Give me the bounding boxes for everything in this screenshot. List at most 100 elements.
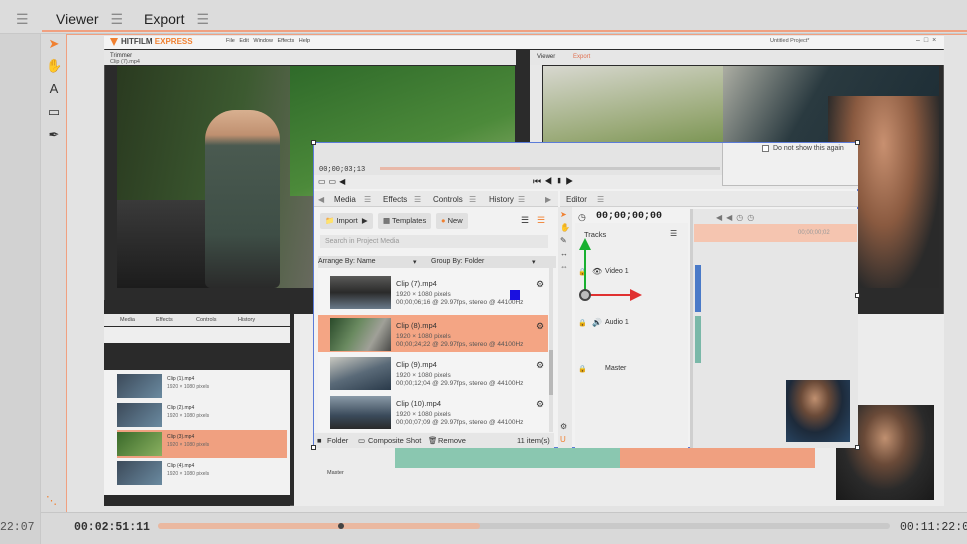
lock-icon: 🔒 <box>578 320 587 327</box>
x-axis-arrow-icon[interactable] <box>630 289 642 301</box>
recorded-tab-media: Media <box>120 317 135 323</box>
clip-thumbnail <box>117 461 162 485</box>
clip-dims: 1920 × 1080 pixels <box>396 411 451 418</box>
recorded-viewer-header <box>530 50 944 65</box>
overlay-tab-scroll-right-icon: ▶ <box>545 195 552 204</box>
overlay-list-item: Clip (9).mp4 1920 × 1080 pixels 00;00;12;… <box>318 354 548 391</box>
recorded-list-item: Clip (3).mp4 1920 × 1080 pixels <box>117 430 287 458</box>
razor-icon: ✎ <box>560 236 567 245</box>
recorded-viewer-label: Viewer <box>537 54 556 60</box>
recorded-window-buttons: –□× <box>916 37 941 44</box>
composite-icon: ▭ <box>358 436 366 445</box>
overlay-list-item: Clip (10).mp4 1920 × 1080 pixels 00;00;07… <box>318 393 548 430</box>
overlay-video-clip <box>695 265 701 312</box>
resize-corner-icon[interactable]: ⋱ <box>46 494 57 507</box>
scrub-bar-fill <box>158 523 480 529</box>
recorded-menu-bar: File Edit Window Effects Help <box>226 38 311 44</box>
transform-handle-bottom-left[interactable] <box>311 445 316 450</box>
do-not-show-label: Do not show this again <box>773 145 844 152</box>
playhead[interactable] <box>338 523 344 529</box>
clip-meta: 1920 × 1080 pixels <box>167 471 210 477</box>
recorded-brand: HITFILM EXPRESS <box>121 37 193 46</box>
overlay-tab-controls: Controls <box>433 195 463 204</box>
overlay-timeline-ruler <box>694 224 857 242</box>
new-icon: ● <box>441 216 446 225</box>
x-axis-gizmo[interactable] <box>585 294 635 296</box>
transform-handle-right[interactable] <box>855 293 860 298</box>
overlay-play-controls-icon: ⏮◀▮▶ <box>533 176 577 186</box>
text-tool-icon[interactable]: A <box>46 81 62 97</box>
hand-pan-icon[interactable]: ✋ <box>46 58 62 74</box>
speaker-icon: 🔊 <box>592 318 602 327</box>
y-axis-arrow-icon[interactable] <box>579 238 591 250</box>
gear-icon: ⚙ <box>536 321 545 331</box>
folder-icon: ■ <box>317 436 322 445</box>
y-axis-gizmo[interactable] <box>584 246 586 295</box>
transform-handle-bottom-right[interactable] <box>855 445 860 450</box>
clip-thumbnail <box>117 432 162 456</box>
overlay-tab-menu-icon: ☰ <box>414 195 422 204</box>
overlay-item-count: 11 item(s) <box>517 436 550 445</box>
recorded-list-item: Clip (2).mp4 1920 × 1080 pixels <box>117 401 287 429</box>
magnet-icon: U <box>560 435 566 444</box>
overlay-folder-label: Folder <box>327 436 349 445</box>
trash-icon: 🗑 <box>428 436 438 445</box>
pen-tool-icon[interactable]: ✒ <box>46 127 62 143</box>
gizmo-center-handle[interactable] <box>579 289 591 301</box>
slip-tool-icon: ↔ <box>560 249 568 258</box>
overlay-list-item-selected: Clip (8).mp4 1920 × 1080 pixels 00;00;24;… <box>318 315 548 352</box>
clip-meta: 1920 × 1080 pixels 00;00;24;22 @ 29.97fps… <box>396 333 523 349</box>
transform-handle-top-left[interactable] <box>311 140 316 145</box>
clip-dims: 1920 × 1080 pixels <box>396 372 451 379</box>
overlay-track-master: Master <box>605 365 627 372</box>
clip-thumbnail <box>330 396 391 429</box>
tab-viewer[interactable]: Viewer ☰ <box>56 8 123 30</box>
gear-icon: ⚙ <box>536 360 545 370</box>
overlay-scrub-fill <box>380 167 520 170</box>
overlay-new-button: ● New <box>436 213 468 229</box>
panel-menu-icon[interactable]: ☰ <box>16 11 29 28</box>
clip-thumbnail <box>330 276 391 309</box>
person-figure <box>205 110 280 288</box>
clip-thumbnail <box>117 403 162 427</box>
overlay-audio-clip <box>695 316 701 363</box>
overlay-transport-left-icons: ▭▭◀ <box>318 177 349 186</box>
clip-meta: 1920 × 1080 pixels 00;00;06;16 @ 29.97fps… <box>396 291 523 307</box>
recorded-tab-effects: Effects <box>156 317 173 323</box>
clip-name: Clip (2).mp4 <box>167 405 195 411</box>
recorded-project-title: Untitled Project* <box>770 38 810 44</box>
transform-handle-top-right[interactable] <box>855 140 860 145</box>
tab-menu-icon[interactable]: ☰ <box>111 11 124 28</box>
overlay-viewer-timecode: 00;00;03;13 <box>319 166 366 174</box>
left-side-panel <box>0 34 41 544</box>
arrange-dropdown-icon: ▾ <box>413 259 417 266</box>
clip-info: 00;00;06;16 @ 29.97fps, stereo @ 44100Hz <box>396 299 524 306</box>
gear-icon: ⚙ <box>560 422 568 431</box>
clock-icon: ◷ <box>578 212 586 222</box>
overlay-timeline-controls-icon: ◀◀◷◷ <box>716 213 759 222</box>
tab-viewer-label: Viewer <box>56 11 99 27</box>
presenter-overlay-image <box>786 380 850 442</box>
tab-export[interactable]: Export ☰ <box>144 8 209 30</box>
overlay-track-headers <box>575 223 688 448</box>
clip-meta: 1920 × 1080 pixels 00;00;07;09 @ 29.97fps… <box>396 411 523 427</box>
clip-dims: 1920 × 1080 pixels <box>396 291 451 298</box>
select-arrow-icon[interactable]: ➤ <box>46 36 62 52</box>
clip-name: Clip (7).mp4 <box>396 279 437 288</box>
rectangle-mask-icon[interactable]: ▭ <box>46 104 62 120</box>
tab-menu-icon[interactable]: ☰ <box>196 11 209 28</box>
overlay-media-footer: ■ Folder ▭ Composite Shot 🗑 Remove 11 it… <box>314 433 554 448</box>
anchor-point-marker[interactable] <box>510 290 520 300</box>
current-timecode[interactable]: 00:02:51:11 <box>74 521 150 534</box>
overlay-import-button: 📁 Import ▶ <box>320 213 373 229</box>
clip-info: 00;00;12;04 @ 29.97fps, stereo @ 44100Hz <box>396 380 524 387</box>
left-panel-timecode: 22:07 <box>0 521 35 534</box>
clip-meta: 1920 × 1080 pixels <box>167 413 210 419</box>
overlay-composite-label: Composite Shot <box>368 436 422 445</box>
clip-meta: 1920 × 1080 pixels 00;00;12;04 @ 29.97fps… <box>396 372 523 388</box>
overlay-tab-history: History <box>489 195 514 204</box>
tab-export-label: Export <box>144 11 185 27</box>
overlay-templates-button: ▦ Templates <box>378 213 432 229</box>
clip-meta: 1920 × 1080 pixels <box>167 384 210 390</box>
clip-name: Clip (10).mp4 <box>396 399 442 408</box>
